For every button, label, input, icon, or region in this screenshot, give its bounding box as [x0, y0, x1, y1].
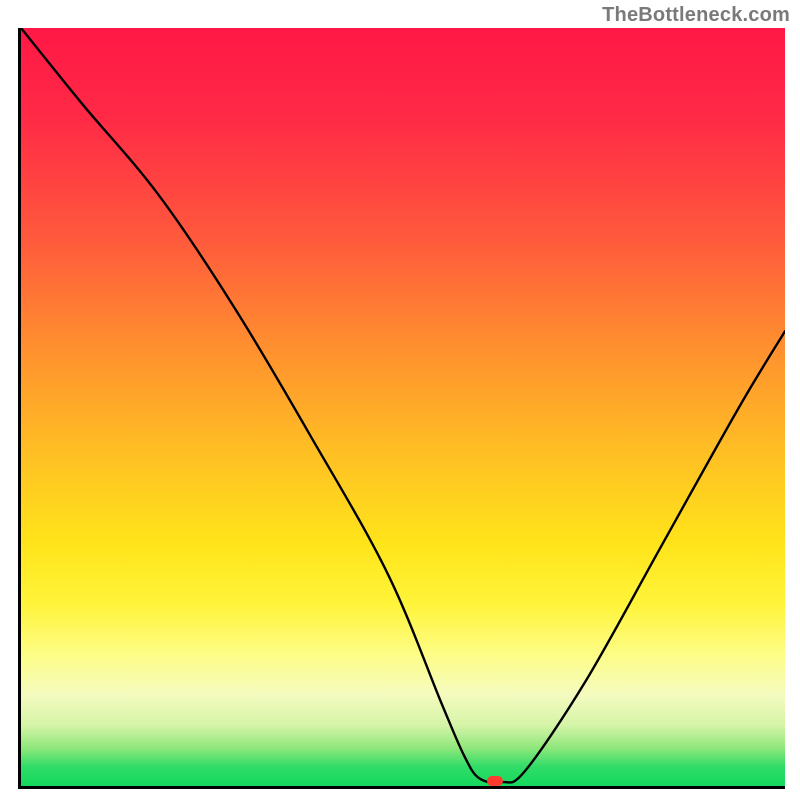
plot-area	[18, 28, 785, 789]
optimum-marker	[487, 776, 503, 786]
chart-frame: TheBottleneck.com	[0, 0, 800, 800]
attribution-text: TheBottleneck.com	[602, 4, 790, 27]
bottleneck-curve	[21, 28, 785, 786]
